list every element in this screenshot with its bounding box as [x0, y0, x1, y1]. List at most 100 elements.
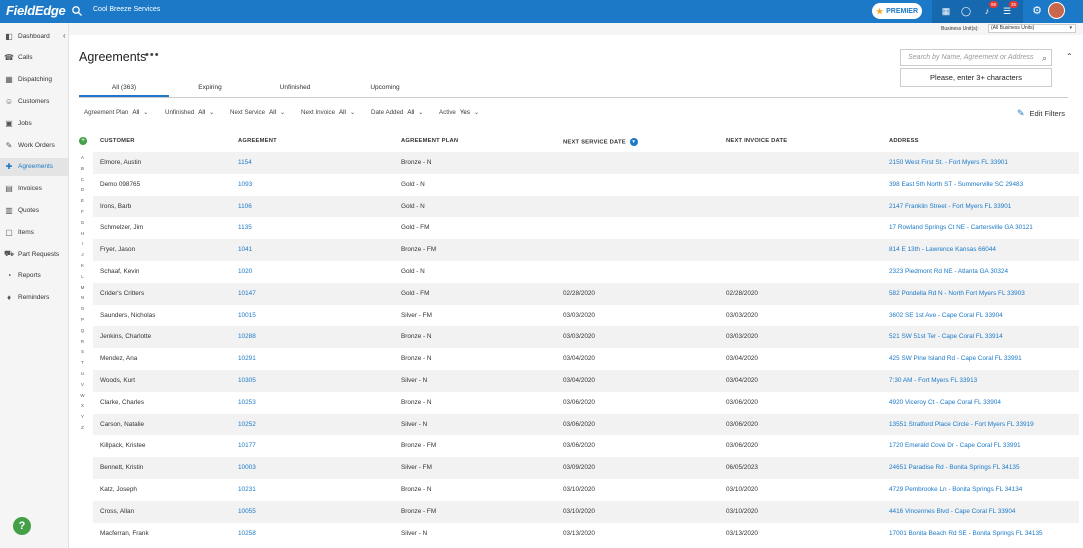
cell-agreement[interactable]: 1020 — [238, 268, 252, 275]
cell-agreement[interactable]: 10258 — [238, 530, 256, 537]
tasks-icon[interactable]: ☰ 35 — [1001, 1, 1018, 17]
cell-agreement[interactable]: 1093 — [238, 181, 252, 188]
sidebar-item-agreements[interactable]: ✚ Agreements — [0, 157, 68, 176]
cell-agreement[interactable]: 1106 — [238, 203, 252, 210]
alphabet-letter[interactable]: L — [79, 272, 86, 283]
table-row[interactable]: Killpack, Kristee 10177 Bronze - FM 03/06/2… — [93, 435, 1079, 457]
map-icon[interactable]: ▦ — [940, 5, 952, 17]
filter-agreement-plan[interactable]: Agreement Plan All ⌄ — [84, 109, 148, 116]
cell-address[interactable]: 4920 Viceroy Ct - Cape Coral FL 33904 — [889, 399, 1001, 406]
notification-bell-icon[interactable]: ♪ 99 — [981, 1, 998, 17]
table-row[interactable]: Cross, Allan 10055 Bronze - FM 03/10/2020 03… — [93, 500, 1079, 523]
sidebar-item-work-orders[interactable]: ✎ Work Orders — [0, 136, 68, 154]
table-row[interactable]: Carson, Natalie 10252 Silver - N 03/06/2020… — [93, 413, 1079, 436]
cell-agreement[interactable]: 10253 — [238, 399, 256, 406]
cell-address[interactable]: 7:30 AM - Fort Myers FL 33913 — [889, 377, 977, 384]
table-row[interactable]: Clarke, Charles 10253 Bronze - N 03/06/2020… — [93, 392, 1079, 414]
alphabet-letter[interactable]: A — [79, 153, 86, 164]
sidebar-item-invoices[interactable]: ▤ Invoices — [0, 180, 68, 198]
premier-button[interactable]: ★ PREMIER — [872, 3, 922, 19]
tab-expiring[interactable]: Expiring — [169, 78, 251, 97]
fieldedge-logo[interactable]: FieldEdge — [6, 3, 66, 18]
table-row[interactable]: Irons, Barb 1106 Gold - N 2147 Franklin Str… — [93, 195, 1079, 218]
alphabet-letter[interactable]: Y — [79, 412, 86, 423]
cell-agreement[interactable]: 10288 — [238, 333, 256, 340]
sidebar-item-dashboard[interactable]: ◧ Dashboard — [0, 27, 68, 45]
cell-agreement[interactable]: 1154 — [238, 159, 252, 166]
alphabet-letter[interactable]: R — [79, 337, 86, 348]
tab-all[interactable]: All (363) — [79, 78, 169, 97]
sidebar-item-jobs[interactable]: ▣ Jobs — [0, 114, 68, 132]
table-row[interactable]: Woods, Kurt 10305 Silver - N 03/04/2020 03/0… — [93, 369, 1079, 392]
alphabet-letter[interactable]: E — [79, 196, 86, 207]
cell-agreement[interactable]: 1135 — [238, 224, 252, 231]
alphabet-letter[interactable]: Q — [79, 326, 86, 337]
cell-agreement[interactable]: 10055 — [238, 508, 256, 515]
table-row[interactable]: Schmelzer, Jim 1135 Gold - FM 17 Rowland Sp… — [93, 217, 1079, 239]
sidebar-item-calls[interactable]: ☎ Calls — [0, 49, 68, 67]
alphabet-letter[interactable]: N — [79, 293, 86, 304]
tab-upcoming[interactable]: Upcoming — [339, 78, 431, 97]
cell-address[interactable]: 2147 Franklin Street - Fort Myers FL 339… — [889, 203, 1011, 210]
cell-agreement[interactable]: 10177 — [238, 442, 256, 449]
more-options-icon[interactable]: ••• — [145, 49, 160, 61]
filter-unfinished[interactable]: Unfinished All ⌄ — [165, 109, 214, 116]
sidebar-item-customers[interactable]: ☺ Customers — [0, 92, 68, 110]
column-header-plan[interactable]: AGREEMENT PLAN — [401, 138, 458, 144]
cell-agreement[interactable]: 10291 — [238, 355, 256, 362]
filter-next-service[interactable]: Next Service All ⌄ — [230, 109, 285, 116]
sidebar-item-reports[interactable]: ◔ Reports — [0, 267, 68, 285]
cell-address[interactable]: 1720 Emerald Cove Dr - Cape Coral FL 339… — [889, 442, 1021, 449]
search-icon[interactable] — [71, 5, 83, 17]
alphabet-letter[interactable]: J — [79, 250, 86, 261]
cell-address[interactable]: 2323 Piedmont Rd NE - Atlanta GA 30324 — [889, 268, 1008, 275]
cell-address[interactable]: 4416 Vincennes Blvd - Cape Coral FL 3390… — [889, 508, 1015, 515]
alphabet-letter[interactable]: Z — [79, 423, 86, 434]
cell-address[interactable]: 17 Rowland Springs Ct NE - Cartersville … — [889, 224, 1033, 231]
alphabet-letter[interactable]: C — [79, 175, 86, 186]
cell-agreement[interactable]: 10305 — [238, 377, 256, 384]
table-row[interactable]: Jenkins, Charlotte 10288 Bronze - N 03/03/2… — [93, 326, 1079, 349]
sidebar-item-items[interactable]: ▢ Items — [0, 223, 68, 241]
cell-address[interactable]: 13551 Stratford Place Circle - Fort Myer… — [889, 421, 1034, 428]
table-row[interactable]: Saunders, Nicholas 10015 Silver - FM 03/03/… — [93, 305, 1079, 327]
table-row[interactable]: Crider's Critters 10147 Gold - FM 02/28/202… — [93, 282, 1079, 305]
alphabet-letter[interactable]: P — [79, 315, 86, 326]
cell-address[interactable]: 582 Pondella Rd N - North Fort Myers FL … — [889, 290, 1025, 297]
alphabet-letter[interactable]: W — [79, 391, 86, 402]
agreement-search-input[interactable]: Search by Name, Agreement or Address ⌕ — [900, 49, 1052, 66]
filter-next-invoice[interactable]: Next Invoice All ⌄ — [301, 109, 355, 116]
alphabet-letter[interactable]: V — [79, 380, 86, 391]
column-header-customer[interactable]: CUSTOMER — [100, 138, 135, 144]
sidebar-item-reminders[interactable]: ♦ Reminders — [0, 289, 68, 307]
alphabet-letter[interactable]: K — [79, 261, 86, 272]
chat-icon[interactable]: ◯ — [960, 5, 972, 17]
column-header-address[interactable]: ADDRESS — [889, 138, 919, 144]
alphabet-letter[interactable]: T — [79, 358, 86, 369]
cell-agreement[interactable]: 10147 — [238, 290, 256, 297]
cell-address[interactable]: 521 SW 51st Ter - Cape Coral FL 33914 — [889, 333, 1003, 340]
alphabet-letter[interactable]: H — [79, 229, 86, 240]
cell-address[interactable]: 398 East 5th North ST - Summerville SC 2… — [889, 181, 1023, 188]
chevron-up-icon[interactable]: ⌃ — [1066, 52, 1073, 61]
table-row[interactable]: Bennett, Kristin 10003 Silver - FM 03/09/20… — [93, 457, 1079, 479]
cell-address[interactable]: 814 E 13th - Lawrence Kansas 66044 — [889, 246, 996, 253]
sort-icon[interactable]: ▾ — [629, 138, 638, 146]
cell-address[interactable]: 3602 SE 1st Ave - Cape Coral FL 33904 — [889, 312, 1003, 319]
cell-agreement[interactable]: 1041 — [238, 246, 252, 253]
alphabet-letter[interactable]: O — [79, 304, 86, 315]
column-header-next-service[interactable]: NEXT SERVICE DATE ▾ — [563, 138, 638, 146]
cell-address[interactable]: 425 SW Pine Island Rd - Cape Coral FL 33… — [889, 355, 1022, 362]
cell-agreement[interactable]: 10231 — [238, 486, 256, 493]
sidebar-item-dispatching[interactable]: ▦ Dispatching — [0, 71, 68, 89]
cell-address[interactable]: 4729 Pembrooke Ln - Bonita Springs FL 34… — [889, 486, 1022, 493]
avatar[interactable] — [1048, 2, 1065, 19]
table-row[interactable]: Demo 098765 1093 Gold - N 398 East 5th Nort… — [93, 174, 1079, 196]
tab-unfinished[interactable]: Unfinished — [251, 78, 339, 97]
cell-address[interactable]: 2150 West First St. - Fort Myers FL 3390… — [889, 159, 1008, 166]
alphabet-letter[interactable]: X — [79, 401, 86, 412]
filter-date-added[interactable]: Date Added All ⌄ — [371, 109, 423, 116]
table-row[interactable]: Macferran, Frank 10258 Silver - N 03/13/202… — [93, 523, 1079, 545]
column-header-agreement[interactable]: AGREEMENT — [238, 138, 277, 144]
table-row[interactable]: Fryer, Jason 1041 Bronze - FM 814 E 13th - … — [93, 239, 1079, 261]
